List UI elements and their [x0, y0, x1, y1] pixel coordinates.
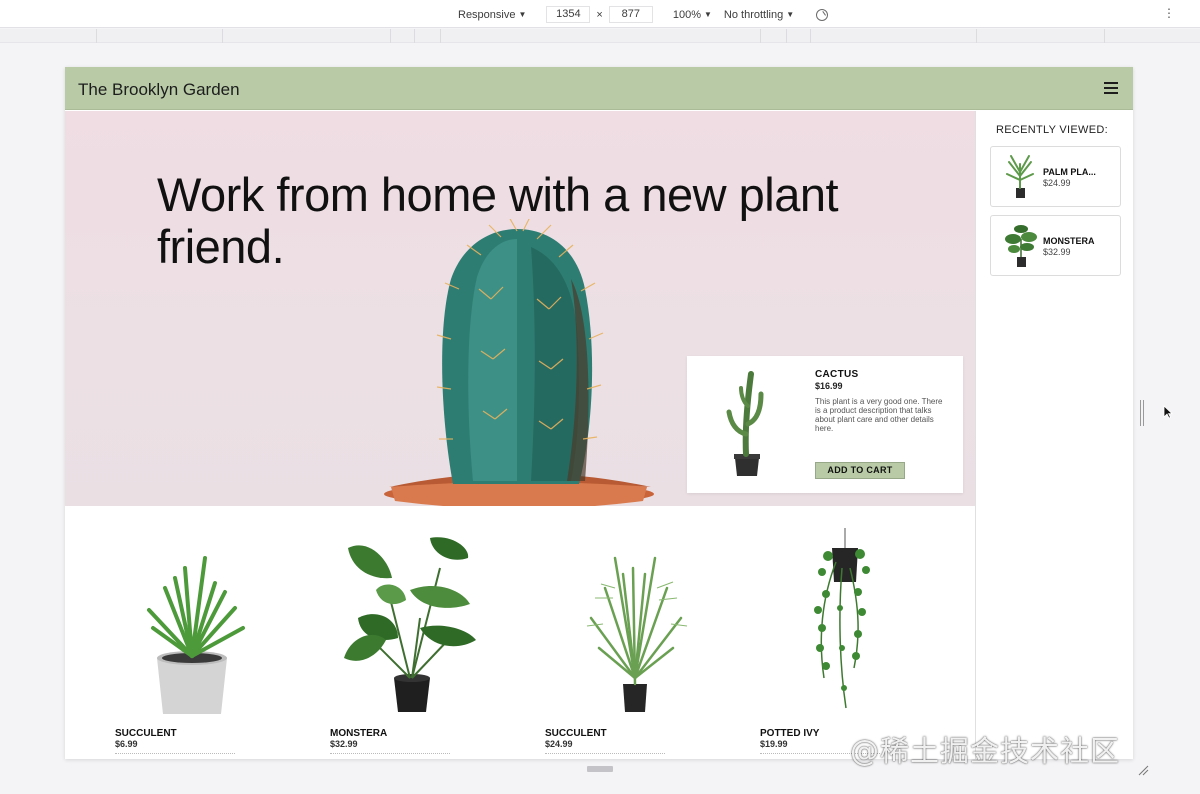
succulent-plant-icon	[147, 556, 245, 714]
more-options-icon[interactable]: ⋮	[1163, 6, 1175, 20]
devtools-toolbar: Responsive ▼ 1354 × 877 100% ▼ No thrott…	[0, 0, 1200, 28]
device-select[interactable]: Responsive ▼	[458, 9, 526, 21]
times-sign: ×	[596, 8, 603, 21]
zoom-select[interactable]: 100% ▼	[673, 9, 712, 21]
monstera-plant-icon	[344, 537, 476, 712]
viewport-resize-handle-bottom[interactable]	[587, 766, 613, 772]
hero-banner: Work from home with a new plant friend.	[65, 111, 975, 506]
watermark: @稀土掘金技术社区	[850, 734, 1121, 768]
product-grid: SUCCULENT $6.99 MONSTERA $32.99 SUCCULEN…	[65, 506, 975, 759]
palm-plant-icon	[1006, 155, 1034, 198]
add-to-cart-button[interactable]: ADD TO CART	[815, 462, 905, 479]
zoom-select-label: 100%	[672, 8, 701, 21]
device-select-label: Responsive	[458, 8, 516, 21]
product-price: $6.99	[115, 739, 138, 749]
product-card[interactable]: POTTED IVY $19.99	[710, 506, 925, 759]
device-controls: Responsive ▼ 1354 × 877 100% ▼ No thrott…	[458, 6, 829, 23]
chevron-down-icon: ▼	[703, 10, 712, 19]
product-description-line	[545, 753, 665, 755]
ivy-plant-icon	[814, 528, 870, 709]
mouse-cursor-icon	[1163, 405, 1173, 419]
featured-product-name: CACTUS	[815, 369, 859, 380]
product-card[interactable]: MONSTERA $32.99	[280, 506, 495, 759]
throttle-select[interactable]: No throttling ▼	[724, 9, 794, 21]
product-price: $32.99	[330, 739, 358, 749]
featured-product-price: $16.99	[815, 381, 843, 391]
product-card[interactable]: SUCCULENT $6.99	[65, 506, 280, 759]
recently-viewed-price: $32.99	[1043, 247, 1071, 257]
recently-viewed-price: $24.99	[1043, 178, 1071, 188]
featured-product-description: This plant is a very good one. There is …	[815, 397, 943, 433]
rotate-icon[interactable]	[816, 8, 829, 21]
product-description-line	[115, 753, 235, 755]
recently-viewed-name: PALM PLA...	[1043, 167, 1096, 177]
product-price: $24.99	[545, 739, 573, 749]
chevron-down-icon: ▼	[786, 10, 795, 19]
cactus-hero-image	[384, 219, 654, 506]
product-name: SUCCULENT	[545, 728, 607, 739]
recently-viewed-sidebar: RECENTLY VIEWED: PALM PLA... $24.99 MONS…	[975, 111, 1133, 759]
height-input[interactable]: 877	[608, 6, 653, 23]
product-name: MONSTERA	[330, 728, 388, 739]
recently-viewed-item[interactable]: PALM PLA... $24.99	[990, 146, 1121, 207]
featured-product-card: CACTUS $16.99 This plant is a very good …	[687, 356, 963, 493]
product-price: $19.99	[760, 739, 788, 749]
throttle-select-label: No throttling	[723, 8, 784, 21]
width-input[interactable]: 1354	[546, 6, 591, 23]
viewport-resize-corner-icon[interactable]	[1137, 764, 1149, 776]
recently-viewed-item[interactable]: MONSTERA $32.99	[990, 215, 1121, 276]
media-query-ruler	[0, 29, 1200, 43]
monstera-plant-icon	[1005, 225, 1037, 267]
cactus-product-image	[726, 371, 764, 476]
site-title[interactable]: The Brooklyn Garden	[78, 80, 240, 100]
product-description-line	[330, 753, 450, 755]
palm-plant-icon	[586, 556, 688, 712]
recently-viewed-name: MONSTERA	[1043, 236, 1095, 246]
product-card[interactable]: SUCCULENT $24.99	[495, 506, 710, 759]
site-header: The Brooklyn Garden	[65, 67, 1133, 110]
viewport-resize-handle-right[interactable]	[1140, 400, 1144, 426]
chevron-down-icon: ▼	[518, 10, 527, 19]
product-name: POTTED IVY	[760, 728, 820, 739]
recently-viewed-title: RECENTLY VIEWED:	[996, 124, 1108, 136]
hamburger-menu-icon[interactable]	[1104, 82, 1118, 94]
page-viewport: The Brooklyn Garden Work from home with …	[65, 67, 1133, 759]
product-name: SUCCULENT	[115, 728, 177, 739]
